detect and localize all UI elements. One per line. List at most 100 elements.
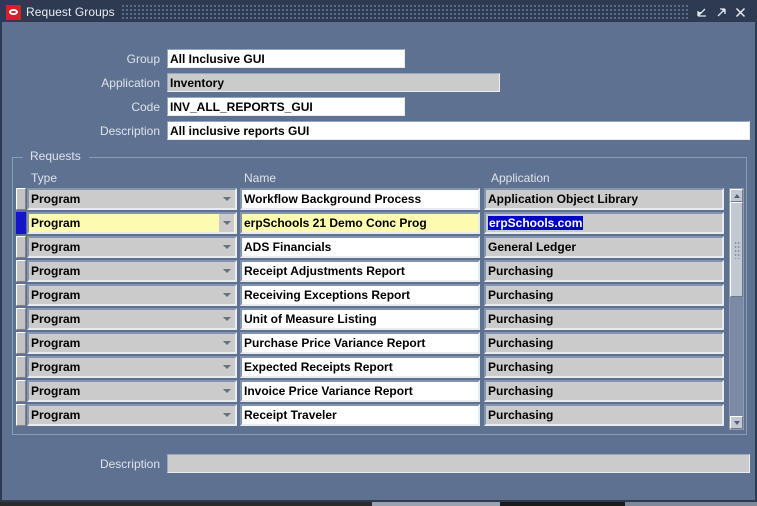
description-label: Description xyxy=(99,123,160,138)
scroll-up-icon[interactable] xyxy=(730,189,743,202)
cell-name[interactable]: Expected Receipts Report xyxy=(240,356,480,378)
code-field-row: Code INV_ALL_REPORTS_GUI xyxy=(2,97,405,116)
application-field-row: Application Inventory xyxy=(2,73,500,92)
record-indicator[interactable] xyxy=(16,404,26,426)
cell-type[interactable]: Program xyxy=(27,380,237,402)
cell-application[interactable]: Purchasing xyxy=(484,284,724,306)
table-row[interactable]: Program Receipt Adjustments Report Purchas… xyxy=(16,260,742,284)
application-window: Request Groups Group All Inclusive GUI A… xyxy=(0,0,757,506)
record-indicator[interactable] xyxy=(16,308,26,330)
chevron-down-icon[interactable] xyxy=(219,262,234,280)
cell-application[interactable]: Purchasing xyxy=(484,332,724,354)
maximize-icon[interactable] xyxy=(715,5,728,19)
chevron-down-icon[interactable] xyxy=(219,310,234,328)
oracle-logo-icon xyxy=(6,4,21,20)
requests-vertical-scrollbar[interactable] xyxy=(729,188,744,430)
table-row[interactable]: Program erpSchools 21 Demo Conc Prog erpSc… xyxy=(16,212,742,236)
chevron-down-icon[interactable] xyxy=(219,238,234,256)
table-row[interactable]: Program Receiving Exceptions Report Purcha… xyxy=(16,284,742,308)
code-label: Code xyxy=(131,99,160,114)
chevron-down-icon[interactable] xyxy=(219,190,234,208)
cell-application[interactable]: Purchasing xyxy=(484,260,724,282)
cell-application[interactable]: General Ledger xyxy=(484,236,724,258)
group-label: Group xyxy=(126,51,160,66)
scroll-down-icon[interactable] xyxy=(730,416,743,429)
record-indicator[interactable] xyxy=(16,236,26,258)
scrollbar-grip xyxy=(734,241,741,259)
column-header-name: Name xyxy=(244,171,277,185)
record-indicator[interactable] xyxy=(16,284,26,306)
current-record-indicator[interactable] xyxy=(16,212,26,234)
cell-application[interactable]: Purchasing xyxy=(484,308,724,330)
record-indicator[interactable] xyxy=(16,260,26,282)
footer-description-row: Description xyxy=(2,454,755,473)
column-header-type: Type xyxy=(31,171,58,185)
chevron-down-icon[interactable] xyxy=(219,406,234,424)
description-field-row: Description All inclusive reports GUI xyxy=(2,121,750,140)
chevron-down-icon[interactable] xyxy=(219,214,234,232)
cell-name[interactable]: Unit of Measure Listing xyxy=(240,308,480,330)
request-groups-window: Request Groups Group All Inclusive GUI A… xyxy=(0,0,757,502)
request-group-header-form: Group All Inclusive GUI Application Inve… xyxy=(2,22,755,147)
cell-name[interactable]: ADS Financials xyxy=(240,236,480,258)
cell-name[interactable]: Purchase Price Variance Report xyxy=(240,332,480,354)
cell-type[interactable]: Program xyxy=(27,308,237,330)
requests-column-headers: Type Name Application xyxy=(13,171,746,187)
window-title: Request Groups xyxy=(26,5,115,19)
code-input[interactable]: INV_ALL_REPORTS_GUI xyxy=(167,97,405,116)
record-indicator[interactable] xyxy=(16,332,26,354)
table-row[interactable]: Program Expected Receipts Report Purchasin… xyxy=(16,356,742,380)
window-titlebar: Request Groups xyxy=(2,2,755,22)
record-indicator[interactable] xyxy=(16,188,26,210)
background-window-sliver xyxy=(0,502,757,506)
cell-name[interactable]: Receipt Traveler xyxy=(240,404,480,426)
cell-type[interactable]: Program xyxy=(27,260,237,282)
record-indicator[interactable] xyxy=(16,380,26,402)
scrollbar-thumb[interactable] xyxy=(730,202,743,297)
titlebar-texture xyxy=(120,3,690,21)
column-header-application: Application xyxy=(491,171,550,185)
table-row[interactable]: Program Receipt Traveler Purchasing xyxy=(16,404,742,428)
cell-application[interactable]: erpSchools.com xyxy=(484,212,724,234)
requests-group-title: Requests xyxy=(30,149,81,163)
cell-application[interactable]: Purchasing xyxy=(484,356,724,378)
cell-type[interactable]: Program xyxy=(27,284,237,306)
close-icon[interactable] xyxy=(734,5,747,19)
cell-type[interactable]: Program xyxy=(27,332,237,354)
description-input[interactable]: All inclusive reports GUI xyxy=(167,121,750,140)
chevron-down-icon[interactable] xyxy=(219,286,234,304)
cell-type[interactable]: Program xyxy=(27,236,237,258)
cell-application[interactable]: Purchasing xyxy=(484,380,724,402)
cell-type[interactable]: Program xyxy=(27,212,237,234)
titlebar-buttons xyxy=(696,5,753,19)
group-input[interactable]: All Inclusive GUI xyxy=(167,49,405,68)
restore-icon[interactable] xyxy=(696,5,709,19)
requests-groupbox: Requests Type Name Application Program Wo… xyxy=(12,149,747,435)
chevron-down-icon[interactable] xyxy=(219,382,234,400)
table-row[interactable]: Program Invoice Price Variance Report Purc… xyxy=(16,380,742,404)
table-row[interactable]: Program ADS Financials General Ledger xyxy=(16,236,742,260)
cell-type[interactable]: Program xyxy=(27,356,237,378)
record-indicator[interactable] xyxy=(16,356,26,378)
cell-type[interactable]: Program xyxy=(27,188,237,210)
cell-application[interactable]: Application Object Library xyxy=(484,188,724,210)
application-label: Application xyxy=(101,75,160,90)
cell-name[interactable]: Invoice Price Variance Report xyxy=(240,380,480,402)
cell-name[interactable]: erpSchools 21 Demo Conc Prog xyxy=(240,212,480,234)
table-row[interactable]: Program Workflow Background Process Applic… xyxy=(16,188,742,212)
cell-name[interactable]: Receipt Adjustments Report xyxy=(240,260,480,282)
group-field-row: Group All Inclusive GUI xyxy=(2,49,405,68)
chevron-down-icon[interactable] xyxy=(219,334,234,352)
chevron-down-icon[interactable] xyxy=(219,358,234,376)
footer-description-label: Description xyxy=(99,456,160,471)
selected-text: erpSchools.com xyxy=(488,216,584,230)
cell-name[interactable]: Workflow Background Process xyxy=(240,188,480,210)
application-input[interactable]: Inventory xyxy=(167,73,500,92)
cell-type[interactable]: Program xyxy=(27,404,237,426)
requests-grid[interactable]: Program Workflow Background Process Applic… xyxy=(16,188,742,430)
cell-name[interactable]: Receiving Exceptions Report xyxy=(240,284,480,306)
table-row[interactable]: Program Purchase Price Variance Report Pur… xyxy=(16,332,742,356)
cell-application[interactable]: Purchasing xyxy=(484,404,724,426)
table-row[interactable]: Program Unit of Measure Listing Purchasing xyxy=(16,308,742,332)
footer-description-input[interactable] xyxy=(167,454,750,473)
